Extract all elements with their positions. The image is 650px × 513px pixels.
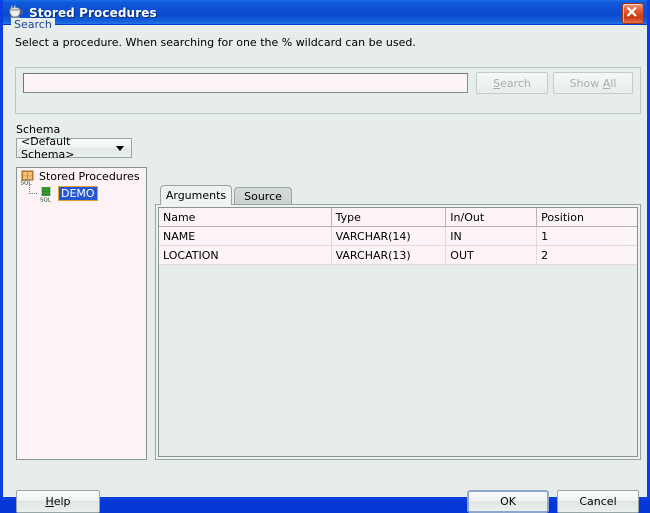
cell-inout: OUT [445,245,538,265]
search-input[interactable] [23,73,468,93]
cancel-button[interactable]: Cancel [557,490,639,513]
column-header-name[interactable]: Name [159,208,332,227]
instruction-text: Select a procedure. When searching for o… [15,36,416,49]
stored-procedures-folder-icon: SQL [20,169,36,186]
tab-arguments[interactable]: Arguments [160,185,232,205]
schema-select[interactable]: <Default Schema> [16,135,132,161]
arguments-table: Name Type In/Out Position NAME VARCHAR(1… [159,208,637,265]
search-button[interactable]: Search [476,72,548,94]
stored-procedures-dialog: Stored Procedures Select a procedure. Wh… [0,0,650,513]
table-row[interactable]: LOCATION VARCHAR(13) OUT 2 [159,245,637,265]
show-all-button-label: Show All [569,76,617,90]
column-header-position[interactable]: Position [536,208,637,227]
tree-node-root[interactable]: SQL Stored Procedures [17,168,146,186]
tab-source[interactable]: Source [234,187,292,205]
procedure-sql-icon: SQL [39,186,55,203]
details-panel: Arguments Source Name Type In/Out Positi… [155,185,641,460]
cell-name: NAME [159,226,332,246]
cell-type: VARCHAR(13) [331,245,447,265]
cancel-button-label: Cancel [579,495,617,508]
cell-position: 2 [536,245,637,265]
tree-node-demo[interactable]: SQL DEMO [17,185,146,203]
ok-button-label: OK [500,495,516,508]
show-all-button[interactable]: Show All [553,72,633,94]
column-header-type[interactable]: Type [331,208,447,227]
help-button[interactable]: Help [16,490,100,513]
help-button-label: Help [45,495,71,508]
stored-procedures-tree[interactable]: SQL Stored Procedures SQL DEMO [16,167,147,460]
tab-strip: Arguments Source [155,185,641,205]
search-button-label: Search [493,76,531,90]
tree-node-demo-label: DEMO [58,186,98,201]
table-header-row: Name Type In/Out Position [159,208,637,227]
chevron-down-icon [116,145,124,151]
cell-type: VARCHAR(14) [331,226,447,246]
tab-arguments-label: Arguments [165,189,227,202]
svg-text:SQL: SQL [21,180,33,185]
schema-selected-value: <Default Schema> [21,135,75,161]
arguments-table-container[interactable]: Name Type In/Out Position NAME VARCHAR(1… [158,207,638,457]
tab-source-label: Source [244,190,282,203]
cell-name: LOCATION [159,245,332,265]
ok-button[interactable]: OK [467,490,549,513]
cell-position: 1 [536,226,637,246]
tab-panel-arguments: Name Type In/Out Position NAME VARCHAR(1… [155,204,641,460]
column-header-inout[interactable]: In/Out [445,208,538,227]
cell-inout: IN [445,226,538,246]
dialog-body: Select a procedure. When searching for o… [3,18,647,513]
svg-text:SQL: SQL [40,197,52,202]
tree-node-root-label: Stored Procedures [39,170,140,183]
tree-elbow-connector [25,185,39,202]
table-row[interactable]: NAME VARCHAR(14) IN 1 [159,226,637,246]
title-bar: Stored Procedures [3,0,647,25]
close-icon[interactable] [622,3,644,24]
search-group-legend: Search [11,18,55,31]
